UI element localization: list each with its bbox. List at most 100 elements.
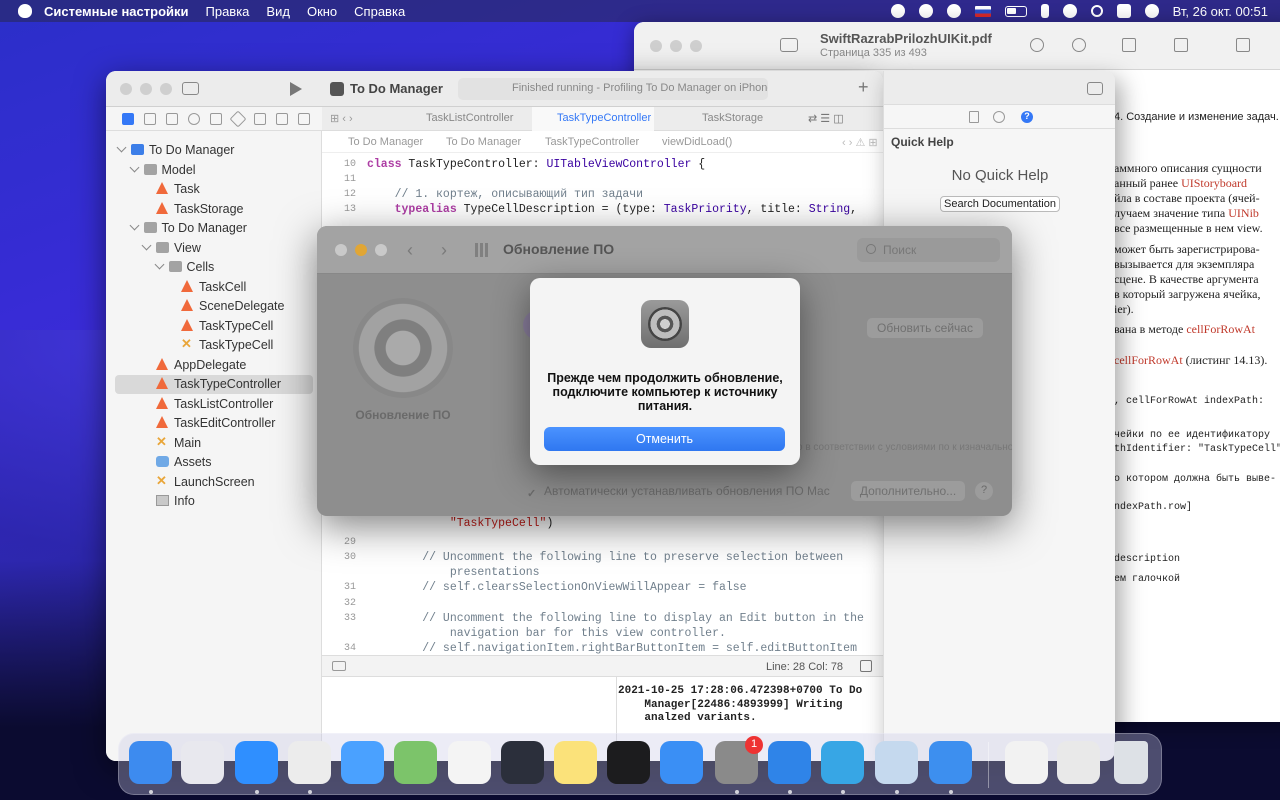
dock-app-preview[interactable]: Preview xyxy=(875,741,918,784)
tab-task-list-controller[interactable]: TaskListController xyxy=(426,107,530,131)
dock-app-launchpad[interactable]: Launchpad xyxy=(181,741,224,784)
navigator-item[interactable]: ✕ Main xyxy=(106,434,322,453)
disclosure-triangle-icon[interactable] xyxy=(129,162,139,172)
zoom-button[interactable] xyxy=(375,244,387,256)
hide-debug-icon[interactable] xyxy=(332,661,346,671)
scheme-icon[interactable] xyxy=(330,82,344,96)
dock-app-codepoint[interactable]: Codepoint xyxy=(501,741,544,784)
show-all-icon[interactable] xyxy=(475,243,489,257)
code-line[interactable]: 31 // self.clearsSelectionOnViewWillAppe… xyxy=(322,581,883,597)
navigator-item[interactable]: TaskListController xyxy=(106,395,322,414)
close-button[interactable] xyxy=(335,244,347,256)
warning-icon[interactable]: ‹ › ⚠ ⊞ xyxy=(842,136,878,149)
tab-nav-icons[interactable]: ⊞ ‹ › xyxy=(330,107,390,131)
dock-app-mail[interactable]: Mail xyxy=(341,741,384,784)
navigator-item[interactable]: TaskCell xyxy=(106,278,322,297)
code-line[interactable]: 11 xyxy=(322,173,883,189)
close-button[interactable] xyxy=(120,83,132,95)
user-icon[interactable] xyxy=(1144,4,1159,18)
debug-navigator-icon[interactable] xyxy=(254,113,266,125)
disclosure-triangle-icon[interactable] xyxy=(154,259,164,270)
inspector-toggle-icon[interactable] xyxy=(1087,82,1103,95)
code-line[interactable]: 30 // Uncomment the following line to pr… xyxy=(322,551,883,567)
moon-icon[interactable] xyxy=(946,4,961,18)
breadcrumb-file[interactable]: TaskTypeController xyxy=(545,136,639,148)
zoom-button[interactable] xyxy=(690,40,702,52)
navigator-item[interactable]: To Do Manager xyxy=(106,141,322,160)
minimize-button[interactable] xyxy=(670,40,682,52)
disclosure-triangle-icon[interactable] xyxy=(141,240,152,250)
play-icon[interactable] xyxy=(918,4,933,18)
wifi-icon[interactable] xyxy=(1062,4,1077,18)
code-line[interactable]: 32 xyxy=(322,597,883,613)
cancel-button[interactable]: Отменить xyxy=(544,427,785,451)
menu-item-view[interactable]: Вид xyxy=(266,4,290,19)
dock-app-simulator[interactable]: Simulator xyxy=(929,741,972,784)
breadcrumb-project[interactable]: To Do Manager xyxy=(348,136,423,148)
navigator-item[interactable]: TaskStorage xyxy=(106,200,322,219)
dock-item-trash[interactable]: Trash xyxy=(1114,741,1148,784)
minimize-button[interactable] xyxy=(140,83,152,95)
test-navigator-icon[interactable] xyxy=(229,110,247,128)
minimize-button[interactable] xyxy=(355,244,367,256)
project-navigator-icon[interactable] xyxy=(122,113,134,125)
dock-app-finder[interactable]: Finder xyxy=(129,741,172,784)
menu-item-window[interactable]: Окно xyxy=(307,4,337,19)
dock-app-chrome[interactable]: Chrome xyxy=(288,741,331,784)
code-line[interactable]: 13 typealias TypeCellDescription = (type… xyxy=(322,203,883,219)
find-navigator-icon[interactable] xyxy=(188,113,200,125)
search-icon[interactable] xyxy=(1090,5,1103,17)
share-icon[interactable] xyxy=(1122,38,1136,52)
history-inspector-icon[interactable] xyxy=(993,111,1005,123)
dock-app-tv[interactable]: TV xyxy=(607,741,650,784)
code-line[interactable]: "TaskTypeCell") xyxy=(322,517,883,533)
console-toggle-icon[interactable] xyxy=(860,660,872,672)
navigator-toggle-icon[interactable] xyxy=(182,82,199,95)
navigator-item[interactable]: Cells xyxy=(106,258,322,277)
run-icon[interactable] xyxy=(290,82,302,96)
navigator-item[interactable]: Assets xyxy=(106,453,322,472)
source-control-icon[interactable] xyxy=(144,113,156,125)
navigator-item[interactable]: Info xyxy=(106,492,322,511)
issue-navigator-icon[interactable] xyxy=(210,113,222,125)
breakpoint-navigator-icon[interactable] xyxy=(276,113,288,125)
bluetooth-icon[interactable] xyxy=(1040,4,1049,18)
back-icon[interactable]: ‹ xyxy=(407,240,413,261)
code-line[interactable]: 12 // 1. кортеж, описывающий тип задачи xyxy=(322,188,883,204)
rotate-icon[interactable] xyxy=(1236,38,1250,52)
close-button[interactable] xyxy=(650,40,662,52)
dock-app-notes[interactable]: Notes xyxy=(554,741,597,784)
navigator-item[interactable]: TaskEditController xyxy=(106,414,322,433)
breadcrumb-symbol[interactable]: viewDidLoad() xyxy=(662,136,732,148)
zoom-in-icon[interactable] xyxy=(1072,38,1086,52)
zoom-out-icon[interactable] xyxy=(1030,38,1044,52)
menu-item-edit[interactable]: Правка xyxy=(206,4,250,19)
navigator-item[interactable]: To Do Manager xyxy=(106,219,322,238)
quick-help-icon[interactable]: ? xyxy=(1021,111,1033,123)
help-button[interactable]: ? xyxy=(975,482,993,500)
control-center-icon[interactable] xyxy=(1116,4,1131,18)
dock-app-safari[interactable]: Safari xyxy=(235,741,278,784)
telegram-icon[interactable] xyxy=(890,4,905,18)
scheme-name[interactable]: To Do Manager xyxy=(350,81,443,96)
search-field[interactable]: Поиск xyxy=(857,238,1000,262)
menu-item-help[interactable]: Справка xyxy=(354,4,405,19)
menu-clock[interactable]: Вт, 26 окт. 00:51 xyxy=(1173,4,1268,19)
add-icon[interactable]: + xyxy=(858,77,869,98)
navigator-item[interactable]: AppDelegate xyxy=(106,356,322,375)
dock-app-app-store[interactable]: App Store xyxy=(660,741,703,784)
menu-app-name[interactable]: Системные настройки xyxy=(44,4,189,19)
advanced-button[interactable]: Дополнительно... xyxy=(851,481,965,501)
console-output[interactable]: 2021-10-25 17:28:06.472398+0700 To Do Ma… xyxy=(618,685,880,726)
markup-icon[interactable] xyxy=(1174,38,1188,52)
navigator-item[interactable]: Model xyxy=(106,161,322,180)
update-now-button[interactable]: Обновить сейчас xyxy=(867,318,983,338)
symbol-navigator-icon[interactable] xyxy=(166,113,178,125)
editor-options-icon[interactable]: ⇄ ☰ ◫ xyxy=(808,107,878,131)
breadcrumb-group[interactable]: To Do Manager xyxy=(446,136,521,148)
code-line[interactable]: presentations xyxy=(322,566,883,582)
sidebar-toggle-icon[interactable] xyxy=(780,38,798,52)
battery-icon[interactable] xyxy=(1004,5,1027,17)
code-line[interactable]: 33 // Uncomment the following line to di… xyxy=(322,612,883,628)
apple-icon[interactable] xyxy=(18,4,32,18)
